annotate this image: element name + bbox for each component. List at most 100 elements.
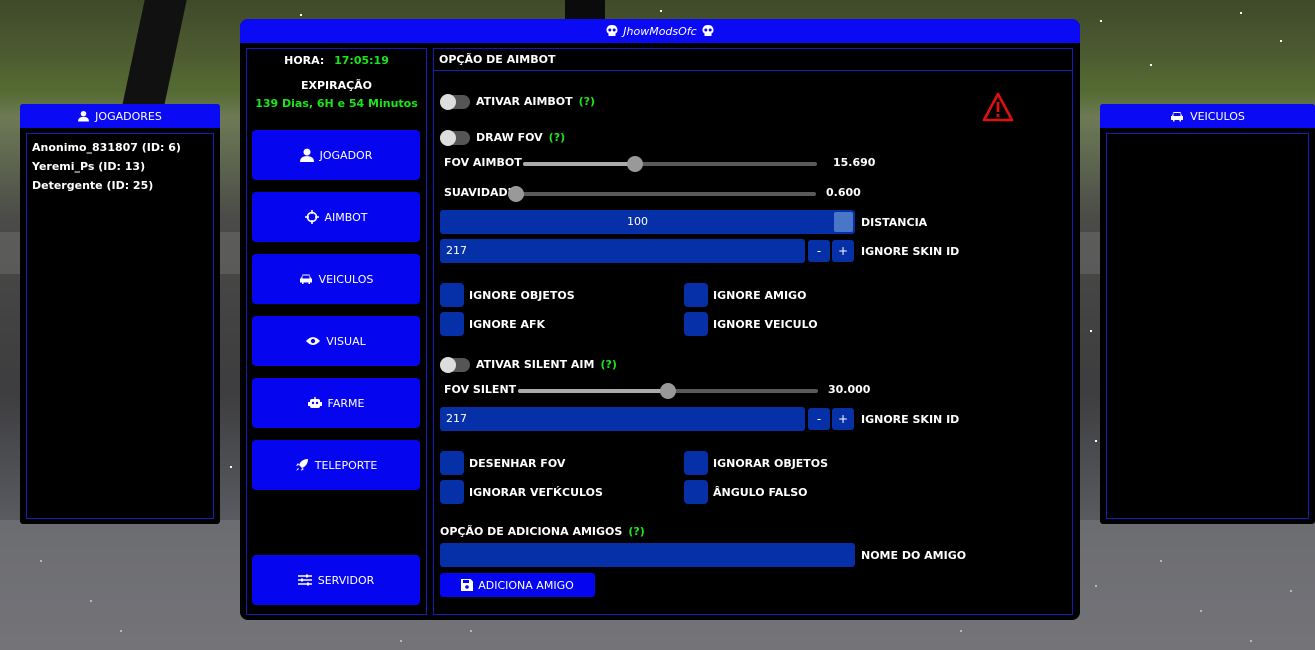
sliders-icon (297, 574, 312, 586)
ignore-objetos-label: IGNORE OBJETOS (469, 289, 575, 302)
nav-label: AIMBOT (324, 210, 368, 224)
background-sparkle (1150, 64, 1152, 66)
window-title: JhowModsOfc (623, 24, 697, 38)
decrement-button[interactable]: - (808, 240, 830, 262)
nav-aimbot-button[interactable]: AIMBOT (252, 192, 420, 242)
ignore-objetos-checkbox[interactable] (440, 283, 464, 307)
distancia-handle[interactable] (834, 212, 853, 232)
nav-teleporte-button[interactable]: TELEPORTE (252, 440, 420, 490)
background-sparkle (1100, 20, 1102, 22)
draw-fov-label: DRAW FOV (?) (476, 131, 565, 144)
fov-silent-label: FOV SILENT (444, 383, 517, 396)
slider-handle[interactable] (508, 186, 524, 202)
nav-label: VEICULOS (318, 272, 374, 286)
warning-icon (982, 92, 1014, 122)
slider-handle[interactable] (626, 156, 643, 172)
help-icon[interactable]: (?) (600, 358, 616, 371)
background-sparkle (300, 14, 302, 16)
ignore-skin-id-label: IGNORE SKIN ID (861, 413, 960, 426)
background-sparkle (120, 630, 122, 632)
ativar-aimbot-toggle[interactable] (440, 94, 470, 110)
slider-fill (523, 162, 635, 166)
ignore-skin-id-input[interactable]: 217 (440, 239, 805, 263)
distancia-label: DISTANCIA (861, 216, 928, 229)
background-pole (565, 0, 605, 20)
nav-jogador-button[interactable]: JOGADOR (252, 130, 420, 180)
background-sparkle (1095, 585, 1097, 587)
nav-servidor-button[interactable]: SERVIDOR (252, 555, 420, 605)
ignorar-objetos-checkbox[interactable] (684, 451, 708, 475)
eye-icon (306, 337, 321, 345)
nav-visual-button[interactable]: VISUAL (252, 316, 420, 366)
save-icon (461, 579, 474, 591)
help-icon[interactable]: (?) (549, 131, 565, 144)
sidebar: HORA: 17:05:19 EXPIRAÇÃO 139 Dias, 6H e … (246, 48, 427, 615)
help-icon[interactable]: (?) (628, 525, 644, 538)
ignore-amigo-checkbox[interactable] (684, 283, 708, 307)
background-sparkle (960, 630, 962, 632)
background-sparkle (580, 8, 582, 10)
players-list: Anonimo_831807 (ID: 6) Yeremi_Ps (ID: 13… (26, 133, 214, 519)
list-item[interactable]: Yeremi_Ps (ID: 13) (32, 157, 208, 176)
draw-fov-toggle[interactable] (440, 130, 470, 146)
main-window: JhowModsOfc HORA: 17:05:19 EXPIRAÇÃO 139… (240, 19, 1080, 620)
ativar-silent-aim-text: ATIVAR SILENT AIM (476, 358, 595, 371)
car-icon (299, 274, 312, 284)
clock: HORA: 17:05:19 (247, 54, 426, 67)
ativar-aimbot-label: ATIVAR AIMBOT (?) (476, 95, 595, 108)
background-sparkle (1090, 330, 1092, 332)
distancia-slider[interactable]: 100 (440, 210, 855, 234)
adiciona-amigos-text: OPÇÃO DE ADICIONA AMIGOS (440, 525, 623, 538)
decrement-button[interactable]: - (808, 408, 830, 430)
adiciona-amigo-label: ADICIONA AMIGO (478, 578, 574, 592)
user-icon (78, 110, 90, 122)
nav-farme-button[interactable]: FARME (252, 378, 420, 428)
distancia-value: 100 (627, 215, 648, 228)
fov-aimbot-value: 15.690 (833, 156, 876, 169)
background-sparkle (470, 630, 472, 632)
list-item[interactable]: Anonimo_831807 (ID: 6) (32, 138, 208, 157)
increment-button[interactable]: + (832, 408, 854, 430)
robot-icon (307, 397, 322, 408)
nome-do-amigo-input[interactable] (440, 543, 855, 567)
nav-label: JOGADOR (319, 148, 373, 162)
draw-fov-text: DRAW FOV (476, 131, 543, 144)
skull-icon (606, 25, 618, 36)
suavidade-slider[interactable] (508, 186, 816, 202)
ignore-afk-checkbox[interactable] (440, 312, 464, 336)
help-icon[interactable]: (?) (579, 95, 595, 108)
angulo-falso-checkbox[interactable] (684, 480, 708, 504)
fov-aimbot-slider[interactable] (523, 156, 817, 172)
increment-button[interactable]: + (832, 240, 854, 262)
ativar-silent-aim-toggle[interactable] (440, 357, 470, 373)
title-bar[interactable]: JhowModsOfc (240, 19, 1080, 43)
slider-handle[interactable] (660, 383, 676, 399)
crosshair-icon (304, 210, 319, 224)
list-item[interactable]: Detergente (ID: 25) (32, 176, 208, 195)
vehicles-panel-header: VEICULOS (1100, 104, 1315, 128)
players-panel-title: JOGADORES (95, 109, 162, 123)
clock-value: 17:05:19 (334, 54, 389, 67)
ignore-amigo-label: IGNORE AMIGO (713, 289, 807, 302)
section-title: OPÇÃO DE AIMBOT (434, 49, 1072, 71)
fov-aimbot-label: FOV AIMBOT (444, 156, 522, 169)
ignorar-veiculos-checkbox[interactable] (440, 480, 464, 504)
ignore-veiculo-checkbox[interactable] (684, 312, 708, 336)
background-sparkle (1290, 590, 1292, 592)
background-sparkle (1095, 440, 1097, 442)
vehicles-panel: VEICULOS (1100, 104, 1315, 524)
ignore-skin-id-input[interactable]: 217 (440, 407, 805, 431)
adiciona-amigo-button[interactable]: ADICIONA AMIGO (440, 573, 595, 597)
ativar-silent-aim-label: ATIVAR SILENT AIM (?) (476, 358, 617, 371)
user-icon (299, 148, 314, 162)
skull-icon (702, 25, 714, 36)
ignore-veiculo-label: IGNORE VEICULO (713, 318, 818, 331)
nav-label: FARME (327, 396, 365, 410)
ignore-afk-label: IGNORE AFK (469, 318, 546, 331)
nav-veiculos-button[interactable]: VEICULOS (252, 254, 420, 304)
suavidade-value: 0.600 (826, 186, 861, 199)
fov-silent-slider[interactable] (518, 383, 818, 399)
background-sparkle (1200, 610, 1202, 612)
desenhar-fov-checkbox[interactable] (440, 451, 464, 475)
background-sparkle (660, 10, 662, 12)
